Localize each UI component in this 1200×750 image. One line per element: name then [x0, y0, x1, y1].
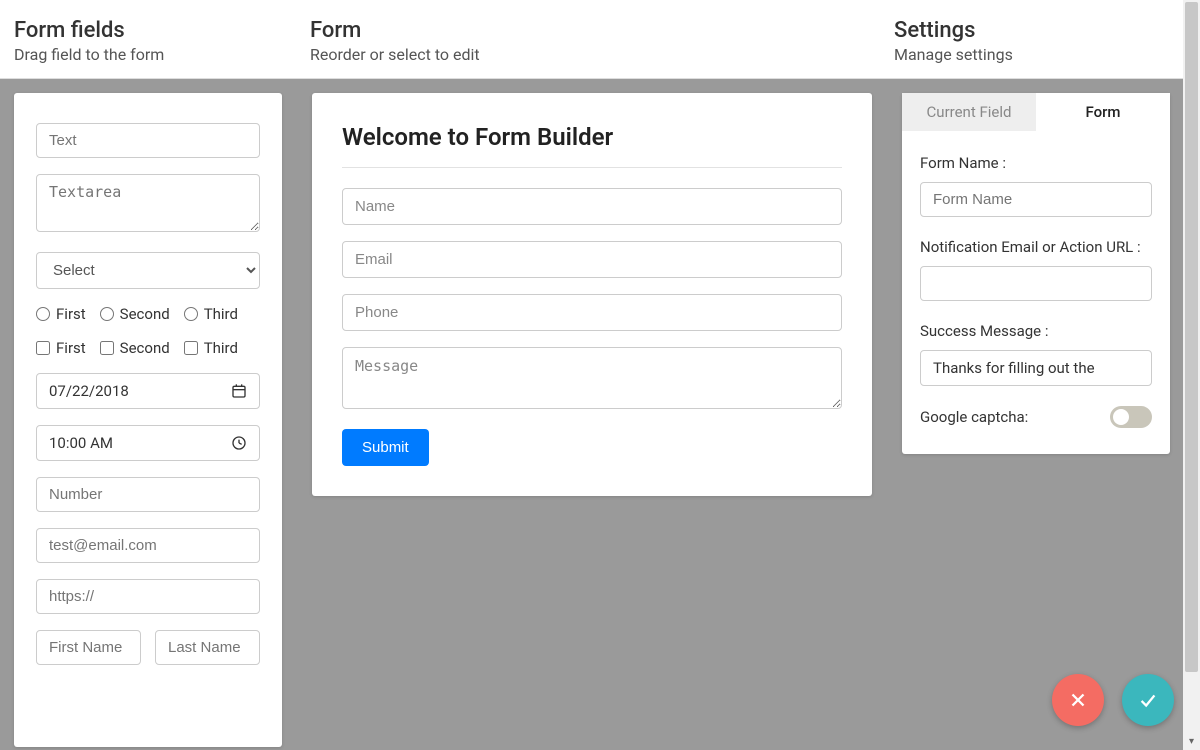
radio-input[interactable]: [184, 307, 198, 321]
palette-checkbox-group[interactable]: First Second Third: [36, 339, 260, 357]
radio-label: First: [56, 305, 86, 323]
scroll-down-icon[interactable]: ▾: [1183, 733, 1200, 750]
radio-label: Third: [204, 305, 238, 323]
form-message-input[interactable]: [342, 347, 842, 409]
form-canvas: Welcome to Form Builder Submit: [312, 93, 872, 496]
header-settings-title: Settings: [894, 18, 1200, 43]
form-name-input-setting[interactable]: [920, 182, 1152, 217]
fab-group: [1052, 674, 1174, 726]
form-name-label: Form Name :: [920, 153, 1152, 174]
radio-option[interactable]: First: [36, 305, 86, 323]
settings-tabs: Current Field Form: [902, 93, 1170, 131]
checkbox-input[interactable]: [100, 341, 114, 355]
notification-label: Notification Email or Action URL :: [920, 237, 1152, 258]
checkbox-option[interactable]: First: [36, 339, 86, 357]
palette-email-field[interactable]: [36, 528, 260, 563]
close-icon: [1067, 689, 1089, 711]
palette-last-name[interactable]: [155, 630, 260, 665]
palette-url-field[interactable]: [36, 579, 260, 614]
date-value: 07/22/2018: [49, 382, 129, 400]
success-label: Success Message :: [920, 321, 1152, 342]
calendar-icon: [231, 383, 247, 399]
checkbox-input[interactable]: [36, 341, 50, 355]
header-fields-title: Form fields: [14, 18, 298, 43]
header-form-sub: Reorder or select to edit: [310, 45, 888, 64]
settings-panel: Current Field Form Form Name : Notificat…: [902, 93, 1170, 454]
scrollbar[interactable]: ▾: [1183, 0, 1200, 750]
palette-text-field[interactable]: [36, 123, 260, 158]
radio-option[interactable]: Third: [184, 305, 238, 323]
submit-button[interactable]: Submit: [342, 429, 429, 466]
checkbox-option[interactable]: Third: [184, 339, 238, 357]
checkbox-option[interactable]: Second: [100, 339, 170, 357]
tab-form[interactable]: Form: [1036, 93, 1170, 131]
success-input[interactable]: Thanks for filling out the: [920, 350, 1152, 386]
notification-input[interactable]: [920, 266, 1152, 301]
scrollbar-thumb[interactable]: [1185, 2, 1198, 672]
palette-name-row: [36, 630, 260, 665]
header-fields-sub: Drag field to the form: [14, 45, 298, 64]
form-name-input[interactable]: [342, 188, 842, 225]
checkbox-label: First: [56, 339, 86, 357]
settings-body: Form Name : Notification Email or Action…: [902, 131, 1170, 454]
radio-input[interactable]: [36, 307, 50, 321]
palette-date-field[interactable]: 07/22/2018: [36, 373, 260, 409]
header-form-title: Form: [310, 18, 888, 43]
palette-textarea-field[interactable]: [36, 174, 260, 232]
captcha-label: Google captcha:: [920, 408, 1028, 426]
check-icon: [1137, 689, 1159, 711]
form-title: Welcome to Form Builder: [342, 123, 842, 151]
main-area: Select First Second Third First Second T…: [0, 79, 1200, 747]
captcha-toggle[interactable]: [1110, 406, 1152, 428]
radio-label: Second: [120, 305, 170, 323]
tab-current-field[interactable]: Current Field: [902, 93, 1036, 131]
form-phone-input[interactable]: [342, 294, 842, 331]
palette-time-field[interactable]: 10:00 AM: [36, 425, 260, 461]
confirm-fab[interactable]: [1122, 674, 1174, 726]
radio-option[interactable]: Second: [100, 305, 170, 323]
header-fields: Form fields Drag field to the form: [0, 18, 298, 64]
palette-select-field[interactable]: Select: [36, 252, 260, 289]
header-form: Form Reorder or select to edit: [298, 18, 888, 64]
radio-input[interactable]: [100, 307, 114, 321]
header-settings-sub: Manage settings: [894, 45, 1200, 64]
captcha-row: Google captcha:: [920, 406, 1152, 428]
clock-icon: [231, 435, 247, 451]
checkbox-label: Third: [204, 339, 238, 357]
header-bar: Form fields Drag field to the form Form …: [0, 0, 1200, 79]
checkbox-label: Second: [120, 339, 170, 357]
palette-first-name[interactable]: [36, 630, 141, 665]
field-palette: Select First Second Third First Second T…: [14, 93, 282, 747]
divider: [342, 167, 842, 168]
checkbox-input[interactable]: [184, 341, 198, 355]
time-value: 10:00 AM: [49, 434, 113, 452]
palette-number-field[interactable]: [36, 477, 260, 512]
cancel-fab[interactable]: [1052, 674, 1104, 726]
form-email-input[interactable]: [342, 241, 842, 278]
palette-radio-group[interactable]: First Second Third: [36, 305, 260, 323]
header-settings: Settings Manage settings: [888, 18, 1200, 64]
